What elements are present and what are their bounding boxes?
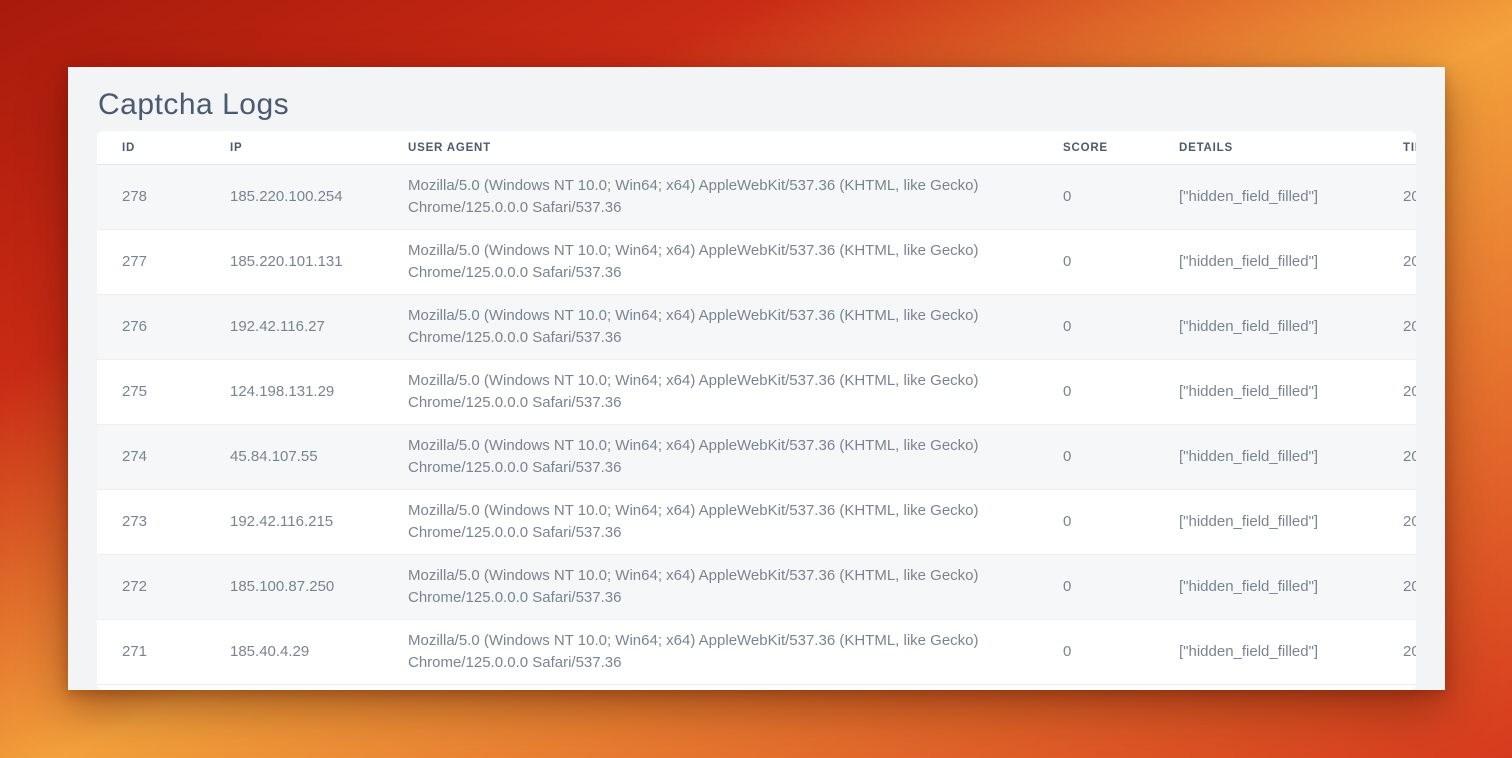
column-header-id: ID xyxy=(97,131,218,165)
cell-user-agent: Mozilla/5.0 (Windows NT 10.0; Win64; x64… xyxy=(396,230,1051,295)
cell-user-agent: Mozilla/5.0 (Windows NT 10.0; Win64; x64… xyxy=(396,295,1051,360)
cell-score: 0 xyxy=(1051,620,1167,685)
cell-id: 275 xyxy=(97,360,218,425)
page-background: { "app": { "title": "Captcha Logs" }, "c… xyxy=(0,0,1512,758)
table-row: 277 185.220.101.131 Mozilla/5.0 (Windows… xyxy=(97,230,1416,295)
cell-user-agent: Mozilla/5.0 (Windows NT 10.0; Win64; x64… xyxy=(396,165,1051,230)
cell-id: 276 xyxy=(97,295,218,360)
captcha-logs-table: IDIPUSER AGENTSCOREDETAILSTIMESTAMP 278 … xyxy=(97,131,1416,685)
column-header-score: SCORE xyxy=(1051,131,1167,165)
cell-timestamp: 2025-09-20 03:00:19 xyxy=(1391,230,1416,295)
table-row: 275 124.198.131.29 Mozilla/5.0 (Windows … xyxy=(97,360,1416,425)
table-row: 274 45.84.107.55 Mozilla/5.0 (Windows NT… xyxy=(97,425,1416,490)
cell-timestamp: 2025-09-20 02:30:40 xyxy=(1391,490,1416,555)
cell-details: ["hidden_field_filled"] xyxy=(1167,490,1391,555)
cell-user-agent: Mozilla/5.0 (Windows NT 10.0; Win64; x64… xyxy=(396,555,1051,620)
cell-timestamp: 2025-09-20 02:33:41 xyxy=(1391,425,1416,490)
cell-ip: 185.220.100.254 xyxy=(218,165,396,230)
cell-ip: 192.42.116.27 xyxy=(218,295,396,360)
cell-user-agent: Mozilla/5.0 (Windows NT 10.0; Win64; x64… xyxy=(396,490,1051,555)
captcha-logs-card: Captcha Logs IDIPUSER AGENTSCOREDETAILST… xyxy=(68,67,1445,690)
table-row: 272 185.100.87.250 Mozilla/5.0 (Windows … xyxy=(97,555,1416,620)
column-header-user_agent: USER AGENT xyxy=(396,131,1051,165)
table-head: IDIPUSER AGENTSCOREDETAILSTIMESTAMP xyxy=(97,131,1416,165)
cell-score: 0 xyxy=(1051,425,1167,490)
cell-timestamp: 2025-09-20 03:03:06 xyxy=(1391,165,1416,230)
logs-table-container: IDIPUSER AGENTSCOREDETAILSTIMESTAMP 278 … xyxy=(97,131,1416,690)
cell-user-agent: Mozilla/5.0 (Windows NT 10.0; Win64; x64… xyxy=(396,425,1051,490)
cell-score: 0 xyxy=(1051,230,1167,295)
column-header-details: DETAILS xyxy=(1167,131,1391,165)
cell-score: 0 xyxy=(1051,165,1167,230)
cell-ip: 185.100.87.250 xyxy=(218,555,396,620)
table-header-row: IDIPUSER AGENTSCOREDETAILSTIMESTAMP xyxy=(97,131,1416,165)
cell-score: 0 xyxy=(1051,295,1167,360)
table-row: 278 185.220.100.254 Mozilla/5.0 (Windows… xyxy=(97,165,1416,230)
cell-score: 0 xyxy=(1051,490,1167,555)
cell-id: 272 xyxy=(97,555,218,620)
table-row: 273 192.42.116.215 Mozilla/5.0 (Windows … xyxy=(97,490,1416,555)
table-body: 278 185.220.100.254 Mozilla/5.0 (Windows… xyxy=(97,165,1416,685)
cell-id: 271 xyxy=(97,620,218,685)
cell-timestamp: 2025-09-20 02:37:41 xyxy=(1391,360,1416,425)
cell-details: ["hidden_field_filled"] xyxy=(1167,360,1391,425)
cell-user-agent: Mozilla/5.0 (Windows NT 10.0; Win64; x64… xyxy=(396,620,1051,685)
cell-details: ["hidden_field_filled"] xyxy=(1167,555,1391,620)
cell-details: ["hidden_field_filled"] xyxy=(1167,165,1391,230)
cell-ip: 185.220.101.131 xyxy=(218,230,396,295)
cell-timestamp: 2025-09-20 02:27:45 xyxy=(1391,620,1416,685)
cell-ip: 185.40.4.29 xyxy=(218,620,396,685)
cell-id: 274 xyxy=(97,425,218,490)
cell-score: 0 xyxy=(1051,360,1167,425)
cell-details: ["hidden_field_filled"] xyxy=(1167,230,1391,295)
cell-id: 277 xyxy=(97,230,218,295)
cell-ip: 192.42.116.215 xyxy=(218,490,396,555)
cell-details: ["hidden_field_filled"] xyxy=(1167,620,1391,685)
cell-ip: 124.198.131.29 xyxy=(218,360,396,425)
page-title: Captcha Logs xyxy=(98,88,1415,122)
cell-timestamp: 2025-09-20 02:57:53 xyxy=(1391,295,1416,360)
cell-user-agent: Mozilla/5.0 (Windows NT 10.0; Win64; x64… xyxy=(396,360,1051,425)
cell-details: ["hidden_field_filled"] xyxy=(1167,295,1391,360)
column-header-ip: IP xyxy=(218,131,396,165)
column-header-timestamp: TIMESTAMP xyxy=(1391,131,1416,165)
cell-id: 278 xyxy=(97,165,218,230)
cell-details: ["hidden_field_filled"] xyxy=(1167,425,1391,490)
cell-timestamp: 2025-09-20 02:29:40 xyxy=(1391,555,1416,620)
table-row: 276 192.42.116.27 Mozilla/5.0 (Windows N… xyxy=(97,295,1416,360)
cell-ip: 45.84.107.55 xyxy=(218,425,396,490)
table-row: 271 185.40.4.29 Mozilla/5.0 (Windows NT … xyxy=(97,620,1416,685)
cell-id: 273 xyxy=(97,490,218,555)
cell-score: 0 xyxy=(1051,555,1167,620)
